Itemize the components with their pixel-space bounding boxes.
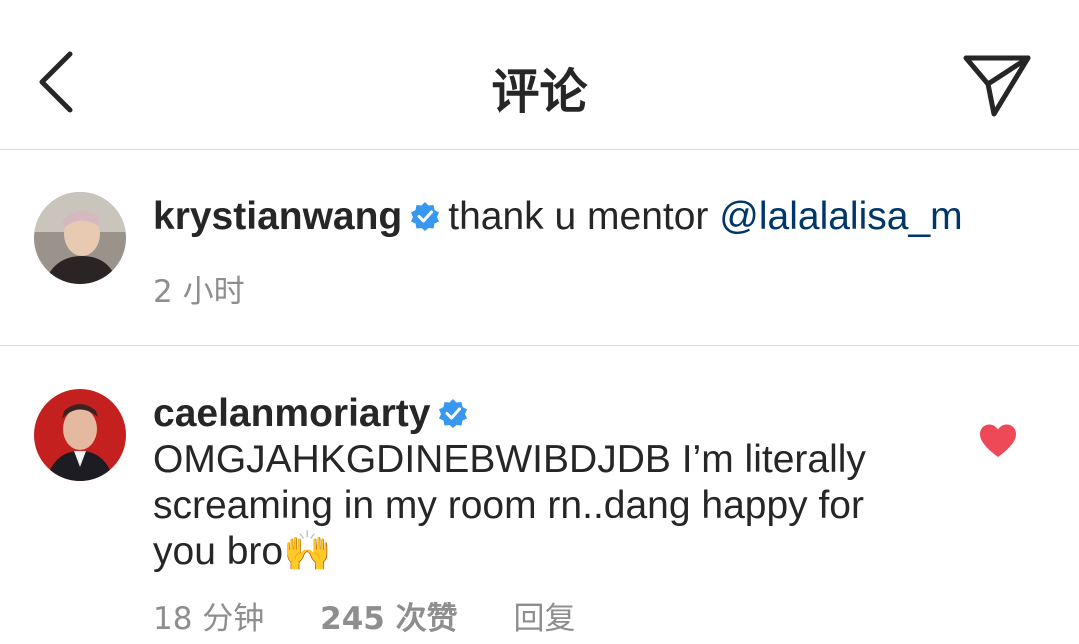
caption-text: krystianwang thank u mentor @lalalalisa_m [153, 194, 963, 240]
comment-row: caelanmoriarty OMGJAHKGDINEBWIBDJDB I’m l… [0, 347, 1079, 644]
verified-badge-icon [439, 399, 468, 428]
like-button[interactable] [978, 423, 1018, 459]
raising-hands-emoji: 🙌 [283, 529, 332, 574]
verified-badge-icon [411, 202, 440, 231]
comment-meta: 18 分钟 245 次赞 回复 [153, 593, 622, 638]
share-button[interactable] [960, 50, 1036, 120]
comment-body: OMGJAHKGDINEBWIBDJDB I’m literally screa… [153, 438, 866, 573]
comments-screen: 评论 krystianwang thank u mentor @lalalalis… [0, 0, 1079, 644]
timestamp: 18 分钟 [153, 601, 265, 637]
caption-body: thank u mentor [448, 195, 709, 238]
username-link[interactable]: krystianwang [153, 195, 402, 238]
avatar[interactable] [34, 192, 126, 284]
header-bar: 评论 [0, 0, 1079, 150]
username-link[interactable]: caelanmoriarty [153, 392, 430, 435]
caption-row: krystianwang thank u mentor @lalalalisa_m… [0, 150, 1079, 346]
timestamp: 2 小时 [153, 274, 245, 310]
caption-meta: 2 小时 [153, 266, 291, 311]
page-title: 评论 [491, 64, 588, 120]
paper-plane-icon [963, 55, 1031, 117]
reply-button[interactable]: 回复 [514, 601, 576, 637]
heart-icon [980, 424, 1016, 457]
avatar[interactable] [34, 389, 126, 481]
comment-text: caelanmoriarty OMGJAHKGDINEBWIBDJDB I’m l… [153, 391, 933, 575]
likes-count-link[interactable]: 245 次赞 [320, 601, 458, 637]
mention-link[interactable]: @lalalalisa_m [719, 195, 962, 238]
